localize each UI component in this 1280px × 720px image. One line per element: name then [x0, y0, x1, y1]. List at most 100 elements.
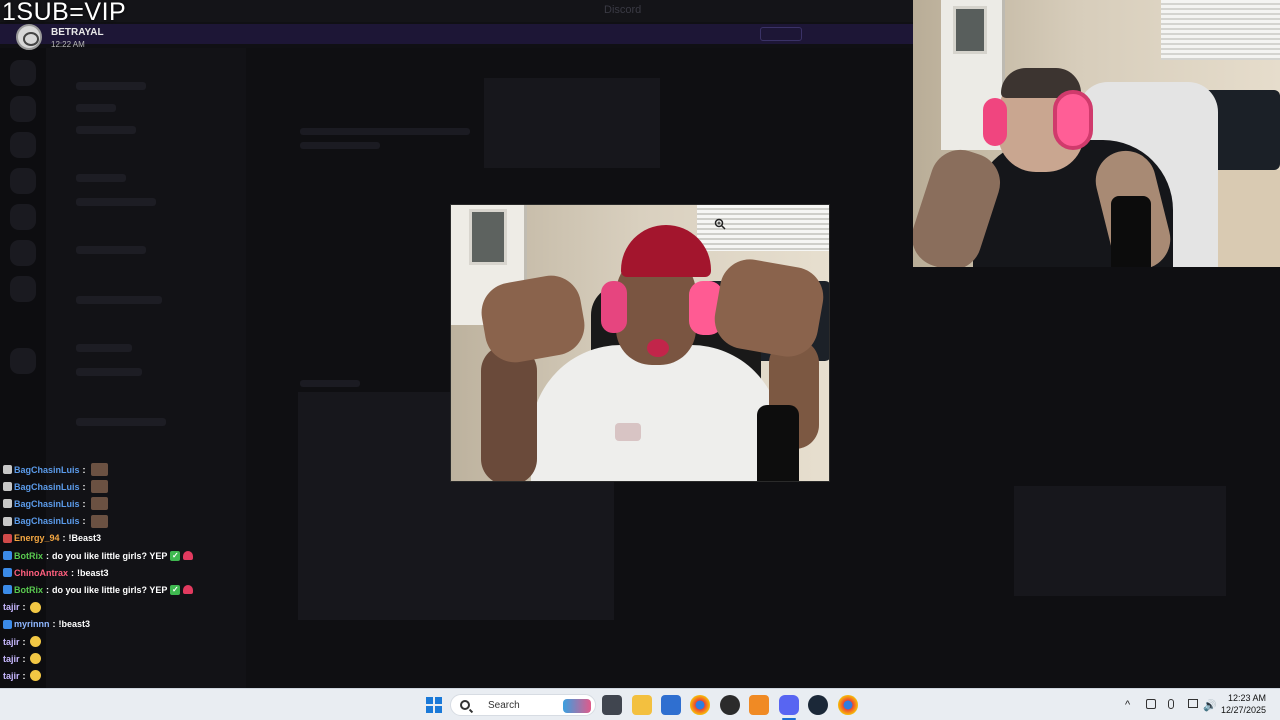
search-highlight-icon	[563, 699, 591, 713]
chat-message: tajir:	[3, 600, 41, 615]
background-message	[300, 128, 470, 135]
chat-separator: :	[62, 533, 66, 544]
emoji-icon	[29, 670, 41, 682]
store-icon[interactable]	[661, 695, 681, 715]
chat-text: !beast3	[77, 567, 109, 578]
zoom-cursor-icon	[714, 218, 726, 230]
background-channel[interactable]	[76, 174, 126, 182]
steam-icon[interactable]	[808, 695, 828, 715]
server-icon[interactable]	[10, 276, 36, 302]
chat-username[interactable]: BotRix	[14, 585, 43, 595]
server-icon[interactable]	[10, 240, 36, 266]
taskbar-clock[interactable]: 12:23 AM 12/27/2025	[1200, 692, 1266, 716]
chat-message: ChinoAntrax: !beast3	[3, 565, 109, 580]
check-icon: ✓	[170, 584, 181, 595]
clock-date: 12/27/2025	[1220, 705, 1266, 715]
chat-username[interactable]: tajir	[3, 637, 20, 647]
chat-username[interactable]: BagChasinLuis	[14, 482, 80, 492]
chat-username[interactable]: ChinoAntrax	[14, 568, 68, 578]
tray-app-icon[interactable]	[1146, 699, 1156, 709]
background-message	[300, 142, 380, 149]
server-icon[interactable]	[10, 204, 36, 230]
obs-icon[interactable]	[720, 695, 740, 715]
chat-username[interactable]: BagChasinLuis	[14, 516, 80, 526]
chat-username[interactable]: BagChasinLuis	[14, 465, 80, 475]
chrome-icon[interactable]	[690, 695, 710, 715]
emoji-icon	[29, 601, 41, 613]
background-window-title: Discord	[604, 4, 642, 16]
chat-message: tajir:	[3, 651, 41, 666]
chat-message: tajir:	[3, 668, 41, 683]
chat-username[interactable]: myrinnn	[14, 619, 50, 629]
chat-text: !Beast3	[68, 533, 102, 544]
microphone-icon[interactable]	[1168, 699, 1174, 709]
chat-username[interactable]: Energy_94	[14, 533, 60, 543]
chat-username[interactable]: tajir	[3, 671, 20, 681]
screen: Discord 1SUB=VIP BETRAYAL 12:22 AM BagCh…	[0, 0, 1280, 720]
task-view-icon[interactable]	[602, 695, 622, 715]
chat-separator: :	[71, 567, 74, 578]
server-icon[interactable]	[10, 96, 36, 122]
chat-badge-icon	[3, 619, 12, 629]
server-icon[interactable]	[10, 132, 36, 158]
chat-badge-icon	[3, 533, 12, 543]
file-explorer-icon[interactable]	[632, 695, 652, 715]
taskbar-search[interactable]: Search	[450, 694, 596, 716]
background-channel[interactable]	[76, 198, 156, 206]
background-image	[484, 78, 660, 168]
heart-icon	[183, 551, 194, 560]
chat-username[interactable]: BotRix	[14, 551, 43, 561]
search-icon	[460, 700, 470, 710]
server-icon[interactable]	[10, 348, 36, 374]
chat-separator: :	[46, 584, 49, 595]
chat-message: tajir:	[3, 634, 41, 649]
vlc-icon[interactable]	[749, 695, 769, 715]
windows-start-icon[interactable]	[426, 697, 442, 713]
background-banner-button[interactable]	[760, 27, 802, 41]
chat-text: !beast3	[58, 619, 91, 630]
display-icon[interactable]	[1188, 699, 1198, 708]
chat-message: BagChasinLuis:	[3, 514, 108, 529]
chat-message: BagChasinLuis:	[3, 462, 108, 477]
notification-time: 12:22 AM	[51, 40, 85, 49]
background-channel[interactable]	[76, 246, 146, 254]
chat-badge-icon	[3, 499, 12, 509]
check-icon: ✓	[170, 550, 181, 561]
chat-separator: :	[22, 670, 26, 681]
background-channel[interactable]	[76, 126, 136, 134]
background-channel[interactable]	[76, 344, 132, 352]
chat-overlay: BagChasinLuis: BagChasinLuis: BagChasinLui…	[0, 462, 260, 715]
chrome-alt-icon[interactable]	[838, 695, 858, 715]
background-channel[interactable]	[76, 296, 162, 304]
chat-message: myrinnn: !beast3	[3, 617, 90, 632]
chat-badge-icon	[3, 568, 12, 578]
chat-badge-icon	[3, 516, 12, 526]
chat-badge-icon	[3, 465, 12, 474]
emote-icon	[90, 480, 108, 494]
chat-message: BotRix: do you like little girls? YEP ✓	[3, 548, 194, 563]
chat-separator: :	[46, 550, 49, 561]
video-popup[interactable]	[450, 204, 830, 482]
chat-separator: :	[82, 498, 86, 509]
chat-message: Energy_94: !Beast3	[3, 531, 101, 546]
chat-separator: :	[22, 636, 26, 647]
chat-username[interactable]: BagChasinLuis	[14, 499, 80, 509]
chat-message: BagChasinLuis:	[3, 496, 108, 511]
background-channel[interactable]	[76, 418, 166, 426]
background-channel[interactable]	[76, 368, 142, 376]
tray-chevron-icon[interactable]: ^	[1125, 699, 1130, 711]
chat-username[interactable]: tajir	[3, 602, 20, 612]
discord-icon[interactable]	[779, 695, 799, 715]
chat-text: do you like little girls? YEP	[52, 550, 168, 561]
background-channel[interactable]	[76, 82, 146, 90]
emote-icon	[90, 497, 108, 511]
emoji-icon	[29, 653, 41, 665]
server-icon[interactable]	[10, 60, 36, 86]
background-channel[interactable]	[76, 104, 116, 112]
chat-username[interactable]: tajir	[3, 654, 20, 664]
webcam-feed	[913, 0, 1280, 267]
chat-message: BotRix: do you like little girls? YEP ✓	[3, 582, 194, 597]
chat-text: do you like little girls? YEP	[52, 584, 168, 595]
chat-separator: :	[82, 516, 86, 527]
server-icon[interactable]	[10, 168, 36, 194]
